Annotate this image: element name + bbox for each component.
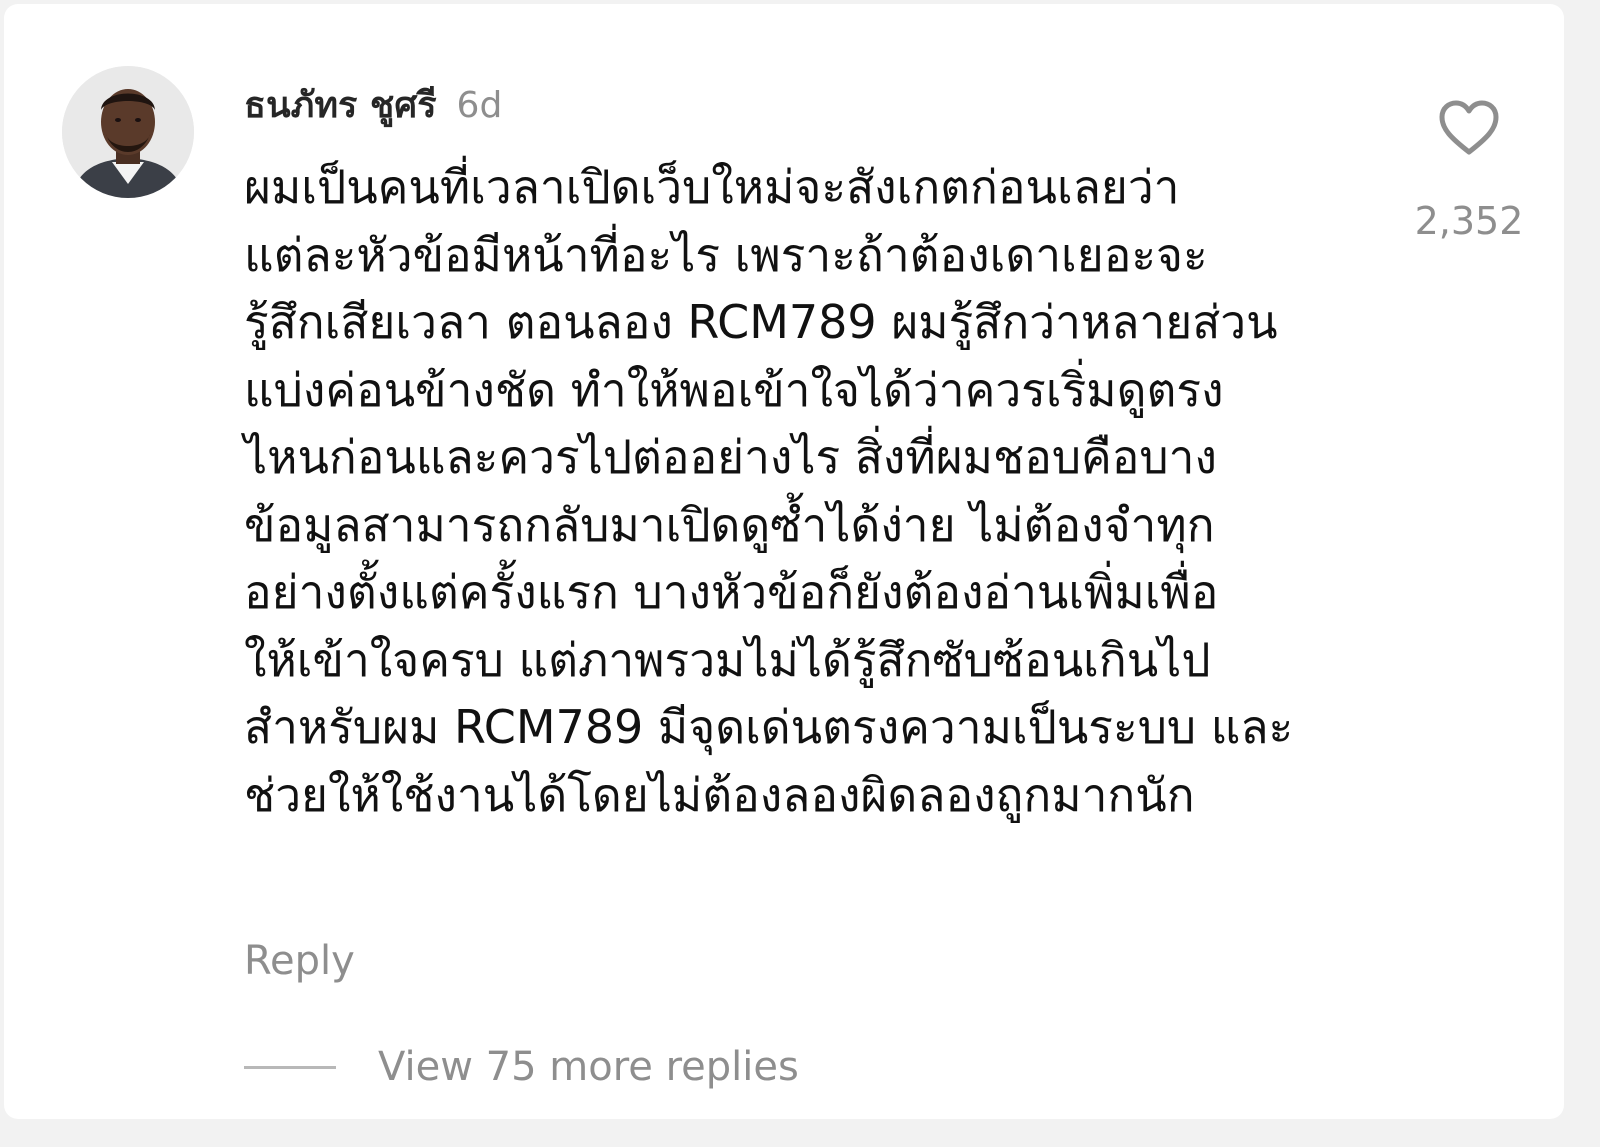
comment-line: ไหนก่อนและควรไปต่ออย่างไร สิ่งที่ผมชอบคื…: [244, 430, 1217, 484]
like-section: 2,352: [1409, 99, 1529, 243]
view-more-replies-label: View 75 more replies: [378, 1044, 799, 1090]
view-more-replies[interactable]: View 75 more replies: [244, 1044, 799, 1090]
like-count: 2,352: [1414, 199, 1524, 243]
comment-timestamp: 6d: [456, 85, 503, 126]
comment-line: อย่างตั้งแต่ครั้งแรก บางหัวข้อก็ยังต้องอ…: [244, 565, 1219, 619]
comment-line: รู้สึกเสียเวลา ตอนลอง RCM789 ผมรู้สึกว่า…: [244, 295, 1278, 349]
comment-line: ช่วยให้ใช้งานได้โดยไม่ต้องลองผิดลองถูกมา…: [244, 767, 1195, 822]
comment-header: ธนภัทร ชูศรี 6d: [244, 76, 502, 126]
comment-card: ธนภัทร ชูศรี 6d ผมเป็นคนที่เวลาเปิดเว็บใ…: [4, 4, 1564, 1119]
like-button[interactable]: [1437, 99, 1501, 157]
comment-text: ผมเป็นคนที่เวลาเปิดเว็บใหม่จะสังเกตก่อนเ…: [244, 154, 1384, 829]
comment-line: แต่ละหัวข้อมีหน้าที่อะไร เพราะถ้าต้องเดา…: [244, 227, 1208, 282]
replies-divider: [244, 1065, 336, 1069]
comment-line: สำหรับผม RCM789 มีจุดเด่นตรงความเป็นระบบ…: [244, 700, 1294, 754]
comment-line: ผมเป็นคนที่เวลาเปิดเว็บใหม่จะสังเกตก่อนเ…: [244, 160, 1180, 214]
author-name[interactable]: ธนภัทร ชูศรี: [244, 76, 437, 133]
user-avatar[interactable]: [62, 66, 194, 198]
comment-line: ให้เข้าใจครบ แต่ภาพรวมไม่ได้รู้สึกซับซ้อ…: [244, 632, 1211, 687]
comment-line: แบ่งค่อนข้างชัด ทำให้พอเข้าใจได้ว่าควรเร…: [244, 362, 1224, 417]
avatar-photo-icon: [62, 66, 194, 198]
comment-line: ข้อมูลสามารถกลับมาเปิดดูซ้ำได้ง่าย ไม่ต้…: [244, 497, 1215, 552]
reply-button[interactable]: Reply: [244, 938, 355, 984]
heart-icon: [1439, 100, 1499, 155]
